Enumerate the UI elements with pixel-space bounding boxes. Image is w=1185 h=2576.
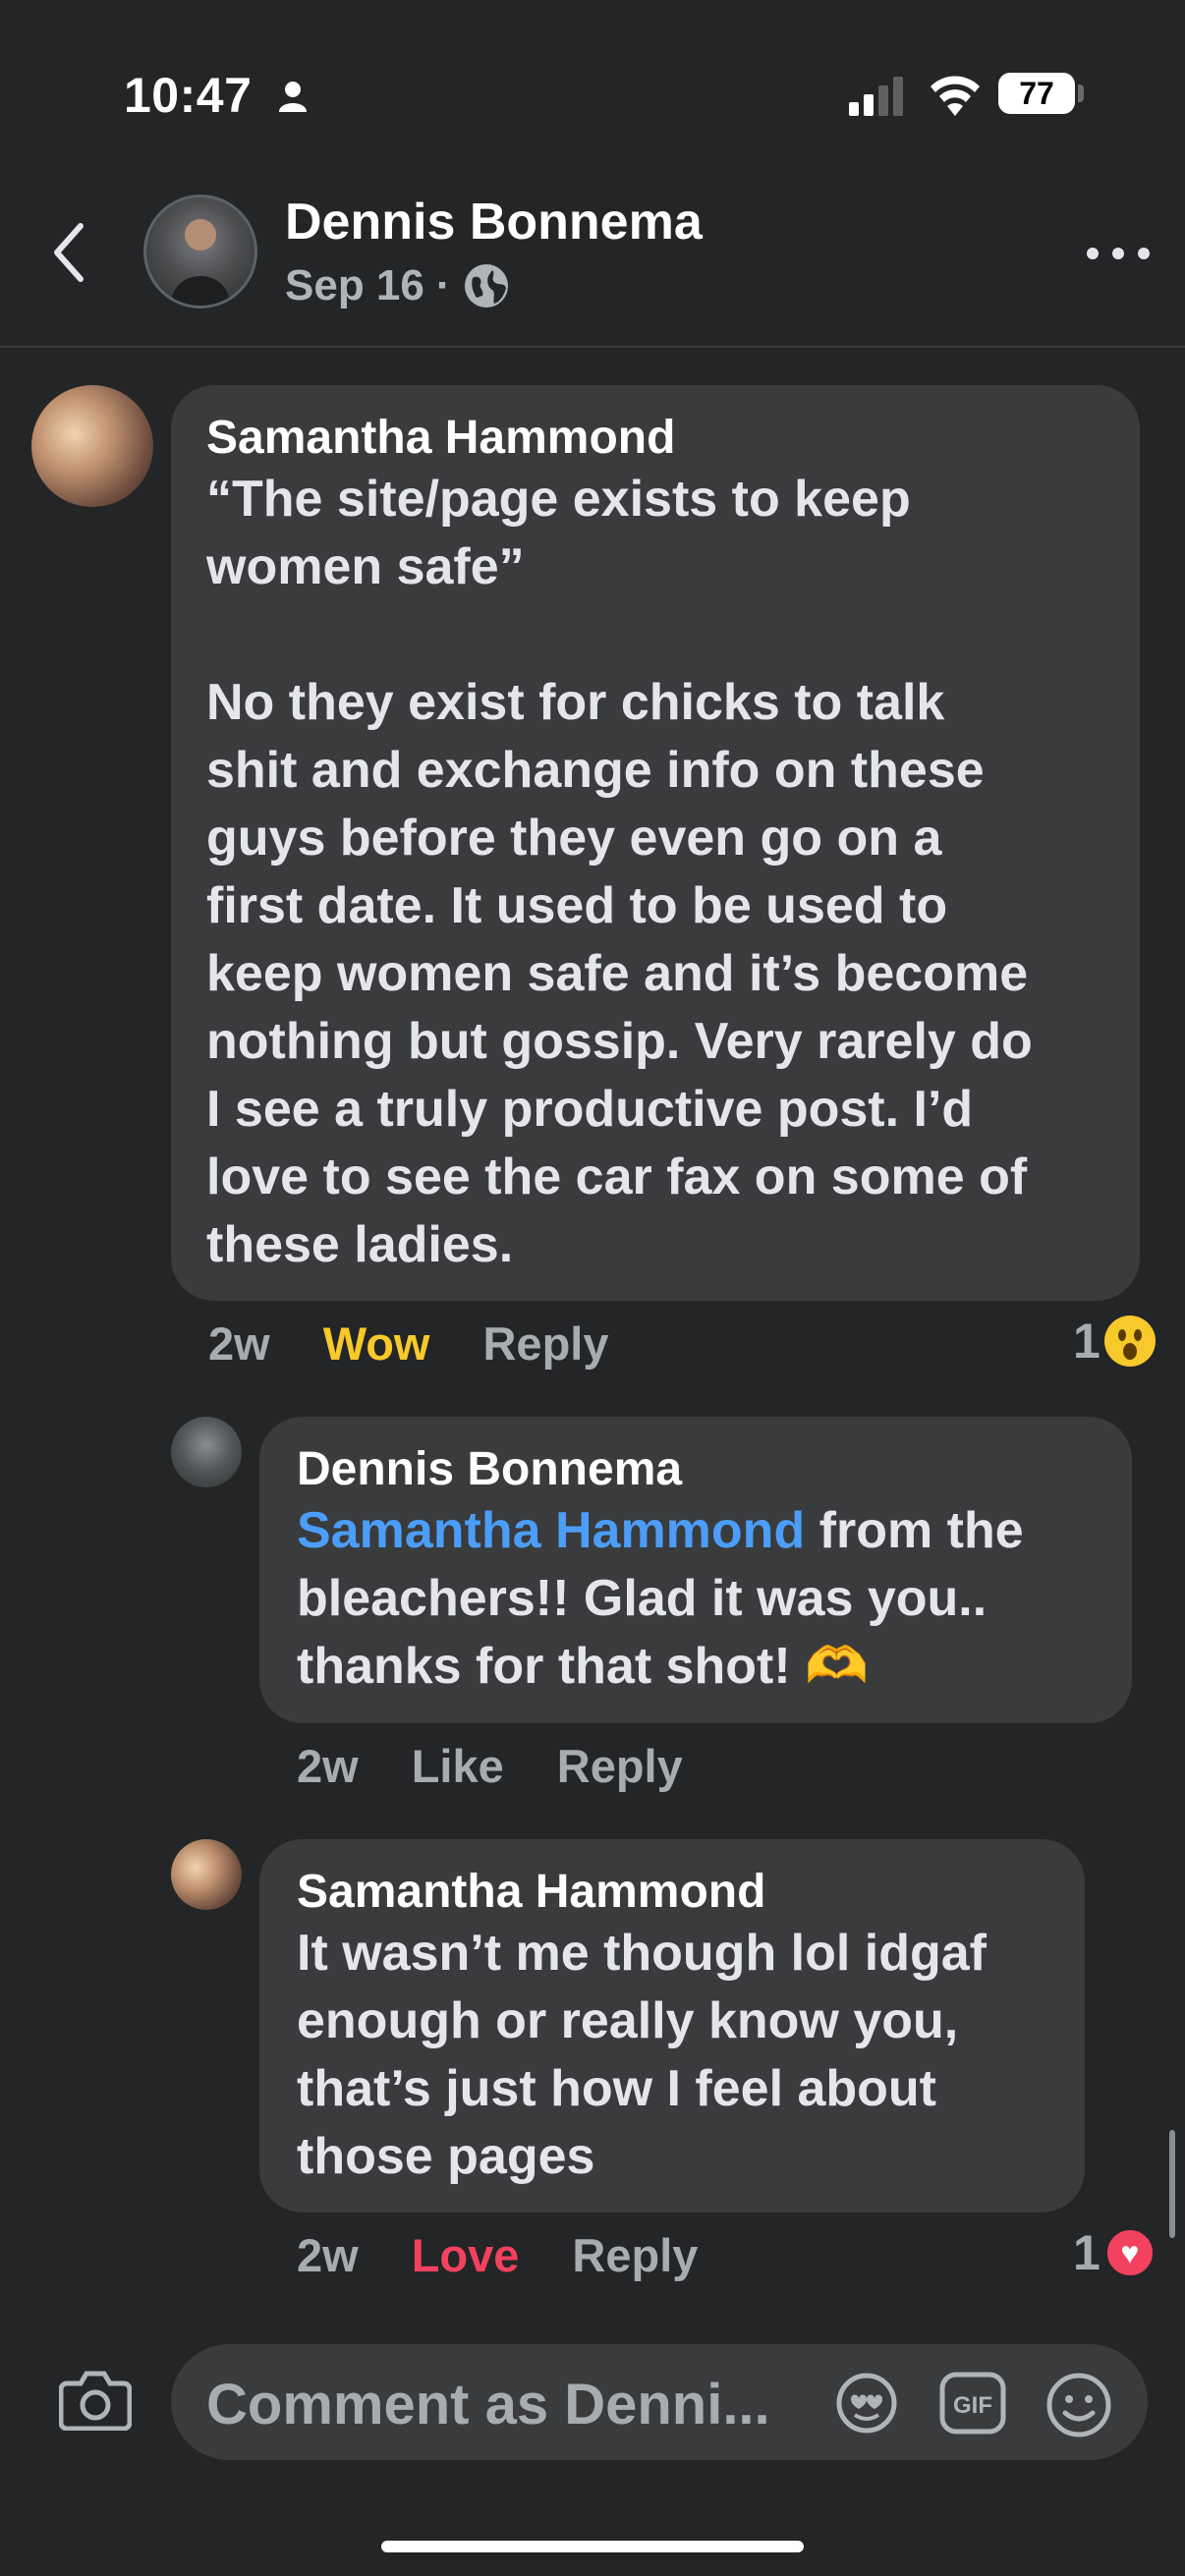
commenter-avatar[interactable] [171,1417,242,1487]
svg-text:GIF: GIF [953,2392,992,2419]
comment-text: “The site/page exists to keep women safe… [206,471,1033,1273]
meta-separator: · [435,261,451,309]
comment-author[interactable]: Samantha Hammond [206,411,1104,466]
author-avatar[interactable] [143,195,257,308]
scrollbar-thumb[interactable] [1169,2130,1175,2238]
like-button[interactable]: Like [412,1739,504,1793]
comment-text: It wasn’t me though lol idgaf enough or … [297,1925,987,2185]
avatar-sticker-icon[interactable] [831,2372,902,2435]
wow-emoji-icon [1103,1316,1156,1367]
comment-actions: 2w Love Reply [297,2228,751,2282]
mention-link[interactable]: Samantha Hammond [297,1502,805,1559]
comment-actions: 2w Like Reply [297,1739,736,1793]
comment-actions: 2w Wow Reply [208,1316,661,1371]
battery-level: 77 [998,73,1075,114]
gif-icon[interactable]: GIF [939,2372,1006,2435]
globe-icon [464,264,508,308]
header-divider [0,346,1185,348]
battery-tip [1078,84,1084,102]
comment-text: Samantha Hammond from the bleachers!! Gl… [297,1497,1095,1701]
love-heart-icon: ♥ [1103,2227,1156,2278]
status-time: 10:47 [124,68,253,123]
comment-text-rest: bleachers!! Glad it was you.. thanks for… [297,1570,988,1695]
emoji-icon[interactable] [1045,2372,1112,2438]
comment-time: 2w [208,1317,270,1370]
reaction-button[interactable]: Love [412,2228,520,2282]
comment-time: 2w [297,2229,359,2281]
reply-button[interactable]: Reply [557,1739,683,1793]
home-indicator [381,2541,804,2552]
comment-author[interactable]: Samantha Hammond [297,1865,1047,1920]
author-name[interactable]: Dennis Bonnema [285,193,703,252]
post-meta: Sep 16 · [285,261,510,310]
comment-time: 2w [297,1740,359,1792]
comment-input-placeholder: Comment as Denni... [206,2373,770,2436]
post-date[interactable]: Sep 16 [285,261,424,310]
comment-author[interactable]: Dennis Bonnema [297,1442,1095,1497]
commenter-avatar[interactable] [171,1839,242,1910]
reaction-summary[interactable]: 1 [1073,1313,1156,1370]
person-photo-icon [171,219,230,306]
reply-button[interactable]: Reply [572,2228,698,2282]
comment-bubble: Dennis Bonnema Samantha Hammond from the… [259,1417,1132,1723]
wifi-icon [931,76,980,116]
reaction-count: 1 [1073,2225,1100,2280]
camera-icon[interactable] [59,2368,132,2431]
reaction-summary[interactable]: 1 ♥ [1073,2224,1156,2281]
reaction-button[interactable]: Wow [323,1316,430,1371]
person-icon [279,82,307,112]
commenter-avatar[interactable] [31,385,153,507]
more-options-icon[interactable] [1079,234,1157,273]
reaction-count: 1 [1073,1314,1100,1369]
reply-button[interactable]: Reply [482,1316,608,1371]
comment-text-continuation: from the [805,1502,1024,1559]
comment-bubble: Samantha Hammond “The site/page exists t… [171,385,1140,1301]
cellular-signal-icon [849,77,903,116]
comment-bubble: Samantha Hammond It wasn’t me though lol… [259,1839,1085,2212]
back-chevron-icon[interactable] [45,218,94,287]
